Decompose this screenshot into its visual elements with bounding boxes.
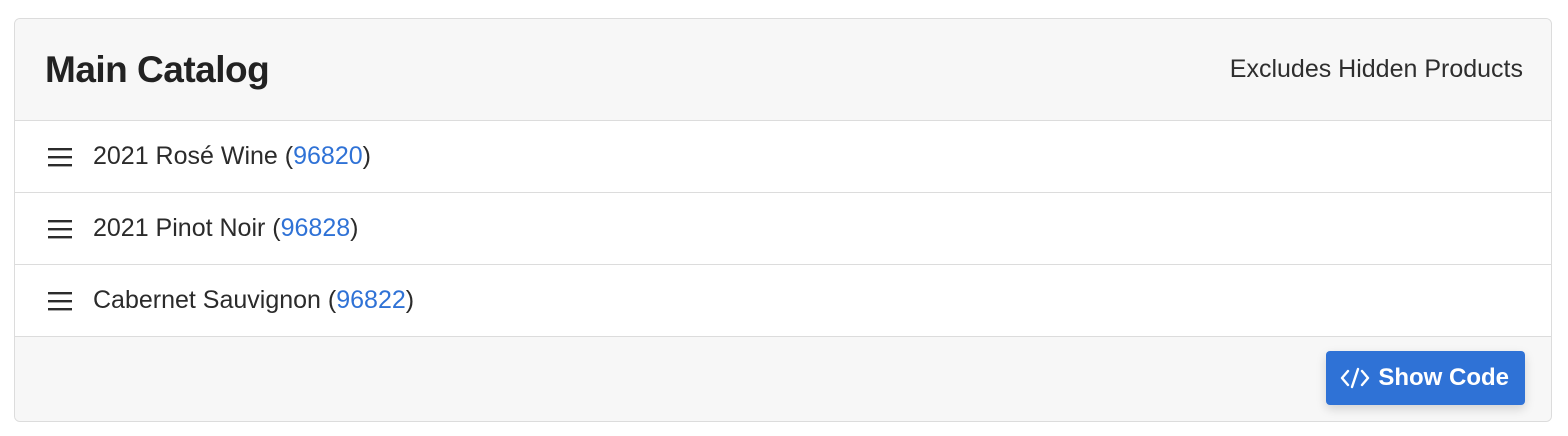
show-code-label: Show Code (1378, 364, 1509, 391)
list-item[interactable]: Cabernet Sauvignon (96822) (15, 265, 1551, 337)
drag-handle-icon[interactable] (47, 288, 73, 314)
card-header: Main Catalog Excludes Hidden Products (15, 19, 1551, 121)
catalog-note: Excludes Hidden Products (1229, 55, 1523, 83)
catalog-title: Main Catalog (45, 48, 270, 90)
product-id-link[interactable]: 96820 (293, 142, 363, 171)
list-item[interactable]: 2021 Pinot Noir (96828) (15, 193, 1551, 265)
product-name: Cabernet Sauvignon (93, 286, 321, 314)
code-icon (1340, 366, 1370, 390)
product-name: 2021 Rosé Wine (93, 142, 278, 170)
card-footer: Show Code (15, 337, 1551, 421)
list-item[interactable]: 2021 Rosé Wine (96820) (15, 121, 1551, 193)
catalog-card: Main Catalog Excludes Hidden Products 20… (14, 18, 1552, 422)
drag-handle-icon[interactable] (47, 216, 73, 242)
drag-handle-icon[interactable] (47, 144, 73, 170)
show-code-button[interactable]: Show Code (1326, 351, 1525, 405)
product-id-link[interactable]: 96828 (281, 214, 351, 243)
product-name: 2021 Pinot Noir (93, 214, 266, 242)
product-id-link[interactable]: 96822 (336, 286, 406, 315)
product-list: 2021 Rosé Wine (96820) 2021 Pinot Noir (… (15, 121, 1551, 337)
